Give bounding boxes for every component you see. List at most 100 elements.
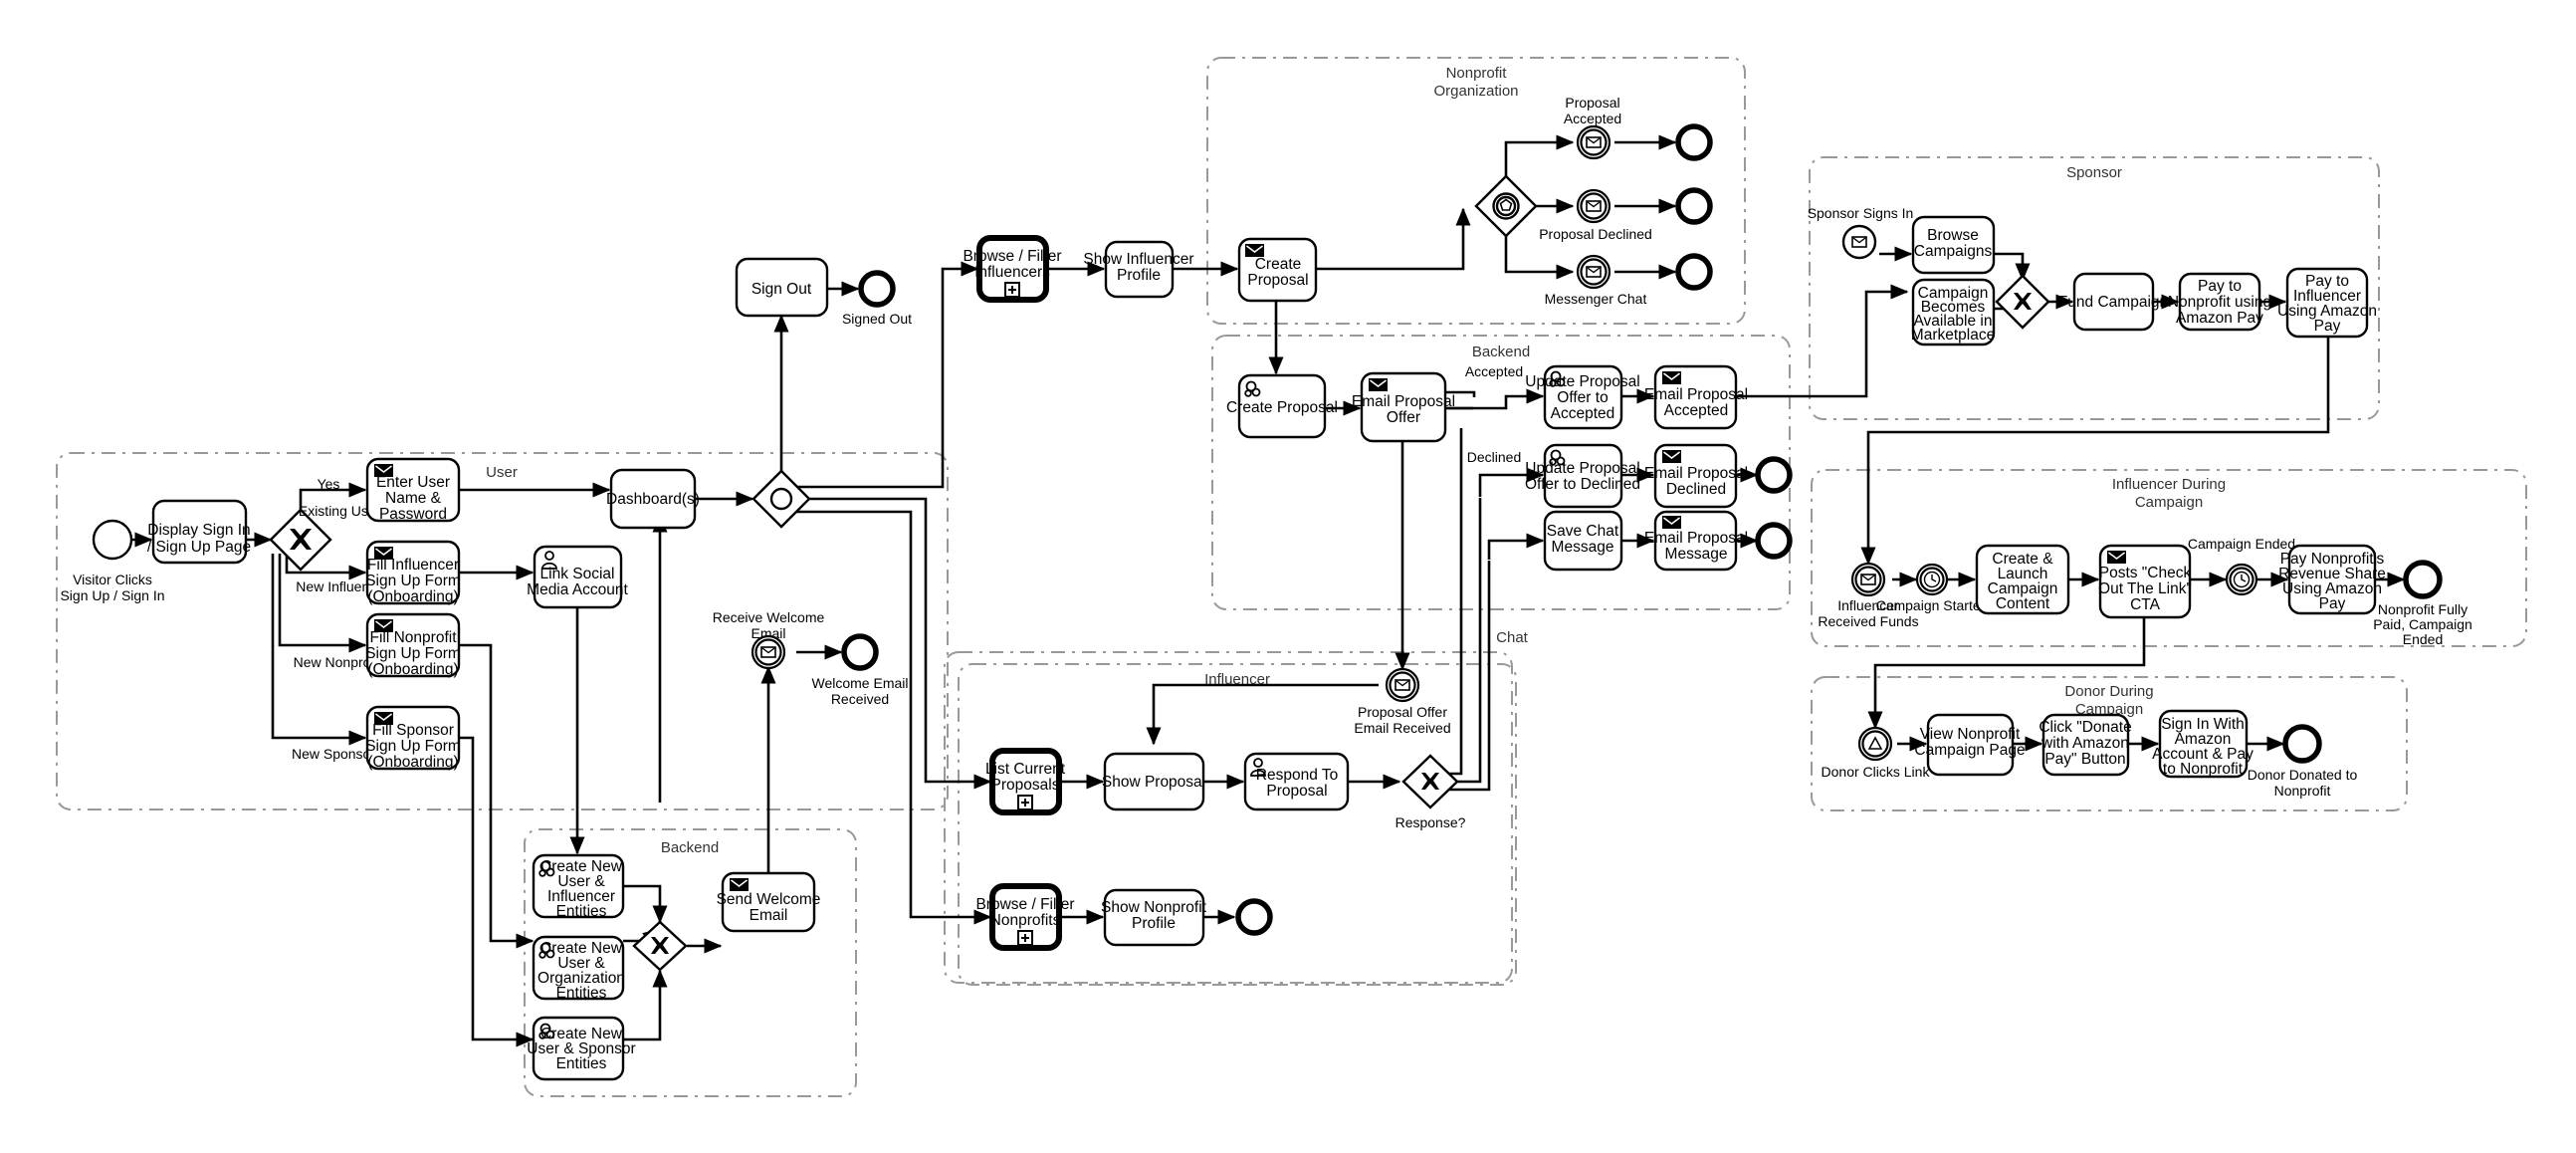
click-donate-line1: Click "Donate <box>2039 719 2131 736</box>
edge-emailaccepted-to-campaign-available <box>1736 284 1909 398</box>
task-fill-nonprofit-signup-form[interactable]: Fill Nonprofit Sign Up Form (Onboarding) <box>365 612 461 678</box>
edge-response-declined-up <box>1436 498 1482 784</box>
subprocess-plus-marker <box>1017 930 1033 946</box>
task-campaign-becomes-available[interactable]: Campaign Becomes Available in Marketplac… <box>1911 278 1995 346</box>
received-funds-line2: Received Funds <box>1818 613 1918 629</box>
end-event-proposal-accepted[interactable] <box>1675 123 1713 161</box>
task-link-social-media-account[interactable]: Link Social Media Account <box>527 545 629 609</box>
task-create-new-user-influencer-entities[interactable]: Create New User & Influencer Entities <box>532 853 625 920</box>
task-email-proposal-message[interactable]: Email Proposal Message <box>1644 510 1748 572</box>
posts-cta-line3: CTA <box>2130 596 2161 613</box>
task-enter-user-line1: Enter User <box>376 474 450 491</box>
list-proposals-line2: Proposals <box>991 777 1060 794</box>
browse-campaigns-line2: Campaigns <box>1914 243 1993 260</box>
task-fill-nonprofit-line1: Fill Nonprofit <box>370 629 458 646</box>
browse-nonprofits-line1: Browse / Filter <box>975 896 1074 913</box>
show-nonprofit-line2: Profile <box>1132 915 1176 932</box>
task-fill-sponsor-signup-form[interactable]: Fill Sponsor Sign Up Form (Onboarding) <box>365 705 461 771</box>
task-show-nonprofit-profile[interactable]: Show Nonprofit Profile <box>1101 888 1207 947</box>
end-event-nonprofit-profile-shown[interactable] <box>1235 898 1273 936</box>
posts-cta-line1: Posts "Check <box>2099 565 2192 581</box>
proposal-accepted-line1: Proposal <box>1565 95 1619 111</box>
task-save-chat-message[interactable]: Save Chat Message <box>1543 510 1623 572</box>
update-declined-line1: Update Proposal <box>1525 460 1639 477</box>
gateway-response[interactable]: Response? <box>1395 754 1466 830</box>
intermediate-event-proposal-declined[interactable]: Proposal Declined <box>1539 188 1652 242</box>
pool-donor-campaign-label-line1: Donor During <box>2064 683 2153 700</box>
email-accepted-line1: Email Proposal <box>1644 386 1748 403</box>
intermediate-event-influencer-received-funds[interactable]: Influencer Received Funds <box>1818 562 1919 629</box>
end-event-proposal-declined-backend[interactable] <box>1755 456 1793 494</box>
intermediate-event-messenger-chat[interactable]: Messenger Chat <box>1545 254 1647 307</box>
task-sign-out[interactable]: Sign Out <box>735 257 829 318</box>
task-pay-to-influencer-amazon-pay[interactable]: Pay to Influencer Using Amazon Pay <box>2277 267 2377 339</box>
task-browse-filter-influencers[interactable]: Browse / Filter Influencers <box>963 235 1062 303</box>
task-update-proposal-offer-to-declined[interactable]: Update Proposal Offer to Declined <box>1525 443 1640 509</box>
edge-inclusive-to-list-proposals <box>801 497 992 790</box>
end-event-proposal-declined[interactable] <box>1675 187 1713 225</box>
create-org-line4: Entities <box>556 985 607 1002</box>
task-dashboards[interactable]: Dashboard(s) <box>606 468 700 530</box>
pool-nonprofit-label-line1: Nonprofit <box>1446 65 1508 82</box>
task-show-proposal[interactable]: Show Proposal <box>1102 752 1205 811</box>
start-event-sponsor-signs-in[interactable]: Sponsor Signs In <box>1808 205 1914 260</box>
task-browse-campaigns[interactable]: Browse Campaigns <box>1911 215 1996 275</box>
pay-influencer-line4: Pay <box>2314 318 2341 335</box>
backend-create-proposal-label: Create Proposal <box>1226 399 1338 416</box>
task-list-current-proposals[interactable]: List Current Proposals <box>985 748 1066 815</box>
task-email-proposal-accepted[interactable]: Email Proposal Accepted <box>1644 364 1748 430</box>
task-fill-influencer-line1: Fill Influencer <box>367 557 459 574</box>
task-pay-nonprofit-revenue-share[interactable]: Pay Nonprofit's Revenue Share Using Amaz… <box>2278 544 2386 615</box>
end-event-donor-donated[interactable]: Donor Donated to Nonprofit <box>2248 724 2358 799</box>
browse-nonprofits-line2: Nonprofits <box>990 912 1061 929</box>
task-create-launch-campaign-content[interactable]: Create & Launch Campaign Content <box>1975 544 2070 615</box>
task-create-proposal-nonprofit[interactable]: Create Proposal <box>1237 237 1318 303</box>
intermediate-event-receive-welcome-email[interactable]: Receive Welcome Email <box>713 609 825 670</box>
task-view-nonprofit-campaign-page[interactable]: View Nonprofit Campaign Page <box>1914 713 2026 777</box>
end-event-messenger-chat[interactable] <box>1675 253 1713 291</box>
influencer-campaign-end-line1: Nonprofit Fully <box>2378 601 2468 617</box>
task-fund-campaign[interactable]: Fund Campaign <box>2058 272 2168 332</box>
edge-to-save-chat <box>1487 533 1545 560</box>
end-event-signed-out[interactable]: Signed Out <box>842 270 912 327</box>
task-email-proposal-offer[interactable]: Email Proposal Offer <box>1352 371 1455 443</box>
envelope-icon <box>730 878 749 891</box>
task-fill-influencer-line3: (Onboarding) <box>367 588 458 605</box>
task-posts-check-out-the-link-cta[interactable]: Posts "Check Out The Link" CTA <box>2098 544 2192 619</box>
pool-user-label: User <box>486 464 518 481</box>
task-browse-filter-nonprofits[interactable]: Browse / Filter Nonprofits <box>975 883 1075 951</box>
gateway-inclusive-dashboard[interactable] <box>751 469 811 529</box>
pool-backend-signup-label: Backend <box>661 839 719 856</box>
task-send-welcome-email[interactable]: Send Welcome Email <box>717 871 821 933</box>
end-event-nonprofit-fully-paid[interactable]: Nonprofit Fully Paid, Campaign Ended <box>2373 560 2472 647</box>
pay-nonprofit-line3: Amazon Pay <box>2176 310 2263 327</box>
task-pay-to-nonprofit-amazon-pay[interactable]: Pay to Nonprofit using Amazon Pay <box>2168 272 2271 332</box>
task-fill-nonprofit-line2: Sign Up Form <box>365 645 461 662</box>
browse-influencers-line2: Influencers <box>974 264 1050 281</box>
task-sign-in-amazon-pay-nonprofit[interactable]: Sign In With Amazon Account & Pay to Non… <box>2152 709 2254 779</box>
task-display-signin-line2: / Sign Up Page <box>147 539 251 556</box>
task-click-donate-with-amazon-pay[interactable]: Click "Donate with Amazon Pay" Button <box>2039 713 2132 777</box>
end-event-proposal-message-backend[interactable] <box>1755 522 1793 560</box>
end-event-welcome-email-received[interactable]: Welcome Email Received <box>812 633 909 707</box>
show-influencer-line2: Profile <box>1117 267 1161 284</box>
proposal-offer-email-line1: Proposal Offer <box>1358 704 1447 720</box>
task-create-proposal-backend[interactable]: Create Proposal <box>1226 373 1338 439</box>
gateway-event-based-proposal-response[interactable] <box>1474 174 1538 238</box>
gateway-exclusive-merge-signup[interactable] <box>632 920 688 972</box>
view-page-line2: Campaign Page <box>1914 742 2025 759</box>
intermediate-event-proposal-accepted[interactable]: Proposal Accepted <box>1564 95 1621 160</box>
task-create-new-user-organization-entities[interactable]: Create New User & Organization Entities <box>532 935 625 1002</box>
browse-influencers-line1: Browse / Filter <box>963 248 1061 265</box>
task-respond-to-proposal[interactable]: Respond To Proposal <box>1243 752 1350 811</box>
intermediate-event-campaign-started[interactable]: Campaign Started <box>1876 563 1989 613</box>
edge-createinfluencer-to-merge <box>623 884 668 924</box>
task-display-signin-signup[interactable]: Display Sign In / Sign Up Page <box>147 499 251 565</box>
influencer-campaign-end-line3: Ended <box>2403 631 2443 647</box>
task-email-proposal-declined[interactable]: Email Proposal Declined <box>1644 443 1748 509</box>
task-fill-influencer-signup-form[interactable]: Fill Influencer Sign Up Form (Onboarding… <box>365 540 461 605</box>
task-create-new-user-sponsor-entities[interactable]: Create New User & Sponsor Entities <box>527 1016 636 1081</box>
task-enter-user-name-password[interactable]: Enter User Name & Password <box>365 457 461 523</box>
gateway-exclusive-sponsor-merge[interactable] <box>1995 274 2050 330</box>
intermediate-event-proposal-offer-email-received[interactable]: Proposal Offer Email Received <box>1354 667 1451 736</box>
